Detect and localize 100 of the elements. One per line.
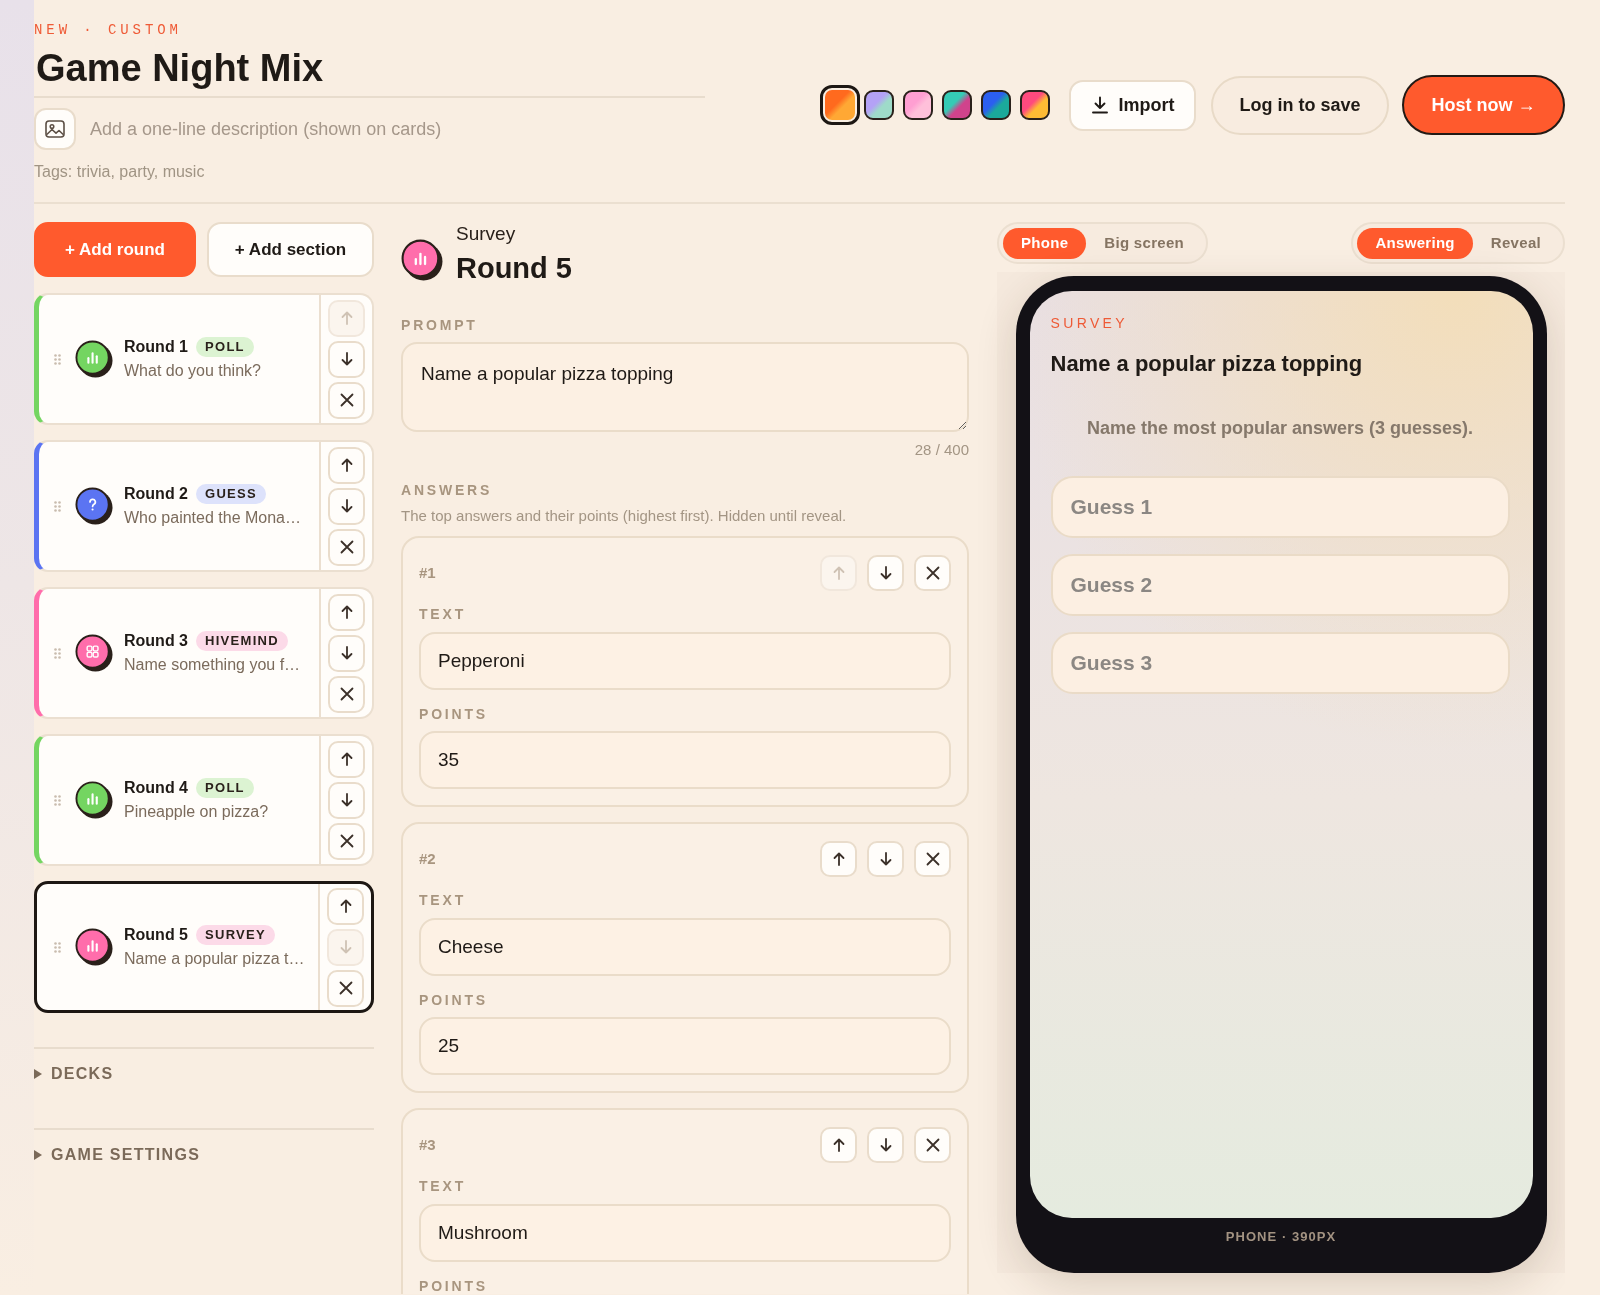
arrow-down-icon bbox=[879, 1138, 892, 1152]
field-label: ANSWERS bbox=[401, 482, 493, 498]
close-icon bbox=[339, 834, 354, 848]
delete-button[interactable] bbox=[914, 841, 951, 877]
round-type-badge: HIVEMIND bbox=[196, 631, 288, 651]
answer-number: #2 bbox=[419, 848, 436, 869]
round-type-badge: GUESS bbox=[196, 484, 266, 504]
status-label: NEW · CUSTOM bbox=[34, 21, 182, 40]
delete-button[interactable] bbox=[328, 675, 365, 713]
theme-swatch[interactable] bbox=[942, 90, 972, 120]
arrow-down-icon bbox=[340, 352, 353, 366]
theme-swatch[interactable] bbox=[864, 90, 894, 120]
question-type-label: SURVEY bbox=[1050, 314, 1128, 333]
delete-button[interactable] bbox=[327, 969, 364, 1007]
close-icon bbox=[338, 981, 353, 995]
guess-field[interactable]: Guess 1 bbox=[1050, 476, 1510, 538]
device-size-label: PHONE · 390PX bbox=[1225, 1229, 1337, 1245]
move-up-button[interactable] bbox=[328, 740, 365, 778]
section-toggle[interactable]: DECKS bbox=[34, 1064, 114, 1084]
round-card[interactable]: Round 5 SURVEY Name a popular pizza t… bbox=[34, 881, 374, 1013]
round-card[interactable]: Round 1 POLL What do you think? bbox=[34, 293, 374, 425]
theme-swatch[interactable] bbox=[981, 90, 1011, 120]
arrow-down-icon bbox=[879, 852, 892, 866]
move-down-button[interactable] bbox=[867, 555, 904, 591]
close-icon bbox=[339, 687, 354, 701]
round-prompt: Pineapple on pizza? bbox=[124, 802, 269, 822]
arrow-up-icon bbox=[340, 311, 353, 325]
arrow-down-icon bbox=[879, 566, 892, 580]
move-down-button[interactable] bbox=[328, 340, 365, 378]
theme-swatch[interactable] bbox=[820, 85, 860, 125]
field-label: TEXT bbox=[419, 1178, 466, 1194]
move-up-button[interactable] bbox=[820, 841, 857, 877]
delete-button[interactable] bbox=[328, 381, 365, 419]
arrow-down-icon bbox=[340, 646, 353, 660]
round-type-badge: POLL bbox=[196, 337, 254, 357]
arrow-down-icon bbox=[339, 940, 352, 954]
field-label: POINTS bbox=[419, 706, 488, 722]
prompt-field[interactable]: Name a popular pizza topping bbox=[401, 342, 969, 432]
move-up-button[interactable] bbox=[820, 1127, 857, 1163]
move-down-button[interactable] bbox=[867, 1127, 904, 1163]
download-icon bbox=[1090, 96, 1109, 114]
delete-button[interactable] bbox=[914, 1127, 951, 1163]
round-prompt: Name a popular pizza t… bbox=[124, 949, 305, 969]
round-card[interactable]: Round 2 GUESS Who painted the Mona… bbox=[34, 440, 374, 572]
answer-text-field[interactable]: Mushroom bbox=[419, 1204, 951, 1262]
round-card[interactable]: Round 3 HIVEMIND Name something you f… bbox=[34, 587, 374, 719]
answer-number: #1 bbox=[419, 562, 436, 583]
answer-number: #3 bbox=[419, 1134, 436, 1155]
theme-swatch[interactable] bbox=[1020, 90, 1050, 120]
round-title: Round 1 bbox=[124, 337, 188, 357]
points-field[interactable]: 25 bbox=[419, 1017, 951, 1075]
section-toggle[interactable]: GAME SETTINGS bbox=[34, 1145, 201, 1165]
round-type-badge: SURVEY bbox=[196, 925, 276, 945]
arrow-up-icon bbox=[339, 899, 352, 913]
arrow-up-icon bbox=[832, 852, 845, 866]
arrow-down-icon bbox=[340, 499, 353, 513]
close-icon bbox=[925, 852, 940, 866]
description-field[interactable]: Add a one-line description (shown on cards) bbox=[90, 113, 705, 145]
delete-button[interactable] bbox=[328, 822, 365, 860]
field-label: TEXT bbox=[419, 892, 466, 908]
import-button[interactable]: Import bbox=[1069, 79, 1196, 131]
round-card[interactable]: Round 4 POLL Pineapple on pizza? bbox=[34, 734, 374, 866]
points-field[interactable]: 35 bbox=[419, 731, 951, 789]
guess-field[interactable]: Guess 3 bbox=[1050, 632, 1510, 694]
instruction-text: Name the most popular answers (3 guesses). bbox=[1086, 417, 1474, 440]
drag-handle-icon bbox=[54, 941, 61, 953]
move-down-button[interactable] bbox=[867, 841, 904, 877]
add-section-button[interactable]: + Add section bbox=[207, 222, 374, 277]
close-icon bbox=[339, 393, 354, 407]
round-title: Round 5 bbox=[124, 925, 188, 945]
arrow-up-icon bbox=[340, 458, 353, 472]
answer-text-field[interactable]: Pepperoni bbox=[419, 632, 951, 690]
delete-button[interactable] bbox=[328, 528, 365, 566]
device-tab[interactable]: Big screen bbox=[1086, 227, 1203, 259]
move-down-button[interactable] bbox=[328, 487, 365, 525]
round-title: Round 4 bbox=[124, 778, 188, 798]
round-type-label: Survey bbox=[456, 222, 516, 246]
arrow-up-icon bbox=[340, 752, 353, 766]
move-down-button[interactable] bbox=[328, 634, 365, 672]
guess-field[interactable]: Guess 2 bbox=[1050, 554, 1510, 616]
question-text: Name a popular pizza topping bbox=[1050, 350, 1363, 378]
theme-swatch[interactable] bbox=[903, 90, 933, 120]
field-label: POINTS bbox=[419, 992, 488, 1008]
add-image-button[interactable] bbox=[34, 108, 76, 150]
field-label: TEXT bbox=[419, 606, 466, 622]
round-prompt: Who painted the Mona… bbox=[124, 508, 301, 528]
close-icon bbox=[339, 540, 354, 554]
move-up-button[interactable] bbox=[328, 446, 365, 484]
answer-text-field[interactable]: Cheese bbox=[419, 918, 951, 976]
mode-tab[interactable]: Reveal bbox=[1472, 227, 1559, 259]
title-field[interactable]: Game Night Mix bbox=[34, 40, 705, 98]
delete-button[interactable] bbox=[914, 555, 951, 591]
log-in-button[interactable]: Log in to save bbox=[1211, 75, 1389, 135]
arrow-down-icon bbox=[340, 793, 353, 807]
move-down-button[interactable] bbox=[328, 781, 365, 819]
arrow-up-icon bbox=[340, 605, 353, 619]
move-up-button[interactable] bbox=[328, 593, 365, 631]
move-up-button[interactable] bbox=[327, 887, 364, 925]
drag-handle-icon bbox=[54, 794, 61, 806]
arrow-up-icon bbox=[832, 1138, 845, 1152]
